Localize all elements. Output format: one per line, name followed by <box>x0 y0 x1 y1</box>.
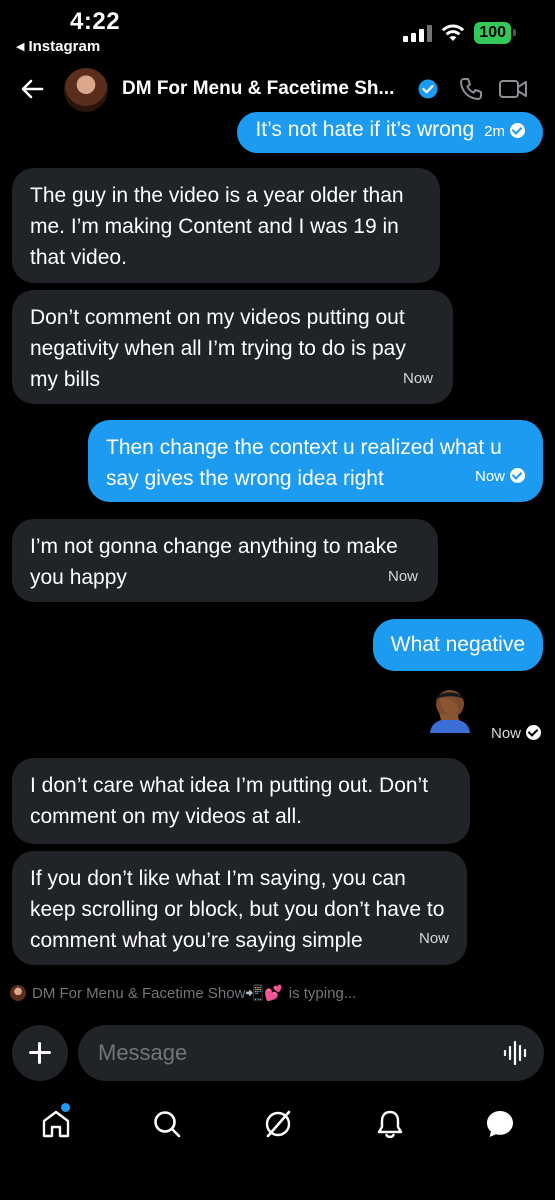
incoming-message[interactable]: If you don’t like what I’m saying, you c… <box>12 851 467 965</box>
typing-avatar <box>10 985 26 1001</box>
message-timestamp: 2m <box>484 123 505 140</box>
signal-icon <box>403 24 433 42</box>
verified-badge-icon <box>418 79 438 99</box>
home-icon[interactable] <box>40 1108 72 1140</box>
phone-call-icon[interactable] <box>458 76 484 102</box>
status-time: 4:22 <box>70 8 121 35</box>
back-triangle-icon: ◀ <box>16 41 25 53</box>
message-timestamp: Now <box>490 725 521 742</box>
outgoing-message[interactable]: It’s not hate if it’s wrong 2m <box>237 112 543 153</box>
outgoing-message[interactable]: What negative <box>372 619 543 671</box>
message-timestamp: Now <box>474 468 505 485</box>
notifications-icon[interactable] <box>374 1108 406 1140</box>
message-text: It’s not hate if it’s wrong <box>255 118 475 141</box>
back-app-label: Instagram <box>28 38 101 55</box>
conversation-title[interactable]: DM For Menu & Facetime Sh... <box>122 78 394 100</box>
typing-name: DM For Menu & Facetime Show📲💕 <box>32 985 283 1002</box>
typing-suffix: is typing... <box>288 984 357 1002</box>
message-input[interactable] <box>78 1025 544 1081</box>
typing-indicator: DM For Menu & Facetime Show📲💕 is typing.… <box>10 984 356 1002</box>
message-text: If you don’t like what I’m saying, you c… <box>30 867 445 952</box>
status-indicators: 100 <box>403 22 516 44</box>
back-to-app-link[interactable]: ◀ Instagram <box>16 38 100 55</box>
outgoing-message[interactable]: Then change the context u realized what … <box>88 420 543 502</box>
read-check-icon <box>510 468 525 483</box>
avatar[interactable] <box>64 68 108 112</box>
message-text: Don’t comment on my videos putting out n… <box>30 306 406 391</box>
message-text: I don’t care what idea I’m putting out. … <box>30 774 429 828</box>
incoming-message[interactable]: Don’t comment on my videos putting out n… <box>12 290 453 404</box>
message-text: The guy in the video is a year older tha… <box>30 184 404 269</box>
emoji-message-meta: Now <box>491 725 541 742</box>
grok-icon[interactable] <box>262 1108 294 1140</box>
message-text: I’m not gonna change anything to make yo… <box>30 535 398 589</box>
message-text: Then change the context u realized what … <box>106 436 502 490</box>
battery-indicator: 100 <box>474 22 516 44</box>
add-attachment-button[interactable] <box>12 1025 68 1081</box>
conversation-header: DM For Menu & Facetime Sh... <box>0 64 555 116</box>
incoming-message[interactable]: I’m not gonna change anything to make yo… <box>12 519 438 602</box>
video-call-icon[interactable] <box>498 77 528 101</box>
back-arrow-icon[interactable] <box>18 74 48 104</box>
incoming-message[interactable]: The guy in the video is a year older tha… <box>12 168 440 283</box>
messages-icon[interactable] <box>484 1108 516 1140</box>
message-text: What negative <box>390 633 525 656</box>
message-timestamp: Now <box>387 568 418 585</box>
read-check-icon <box>510 123 525 138</box>
read-check-icon <box>526 725 541 740</box>
message-timestamp: Now <box>402 370 433 387</box>
message-timestamp: Now <box>418 930 449 947</box>
search-icon[interactable] <box>151 1108 183 1140</box>
home-notification-dot <box>61 1103 70 1112</box>
voice-message-icon[interactable] <box>502 1040 528 1066</box>
wifi-icon <box>442 24 465 41</box>
facepalm-emoji-icon[interactable] <box>427 686 473 734</box>
incoming-message[interactable]: I don’t care what idea I’m putting out. … <box>12 758 470 844</box>
